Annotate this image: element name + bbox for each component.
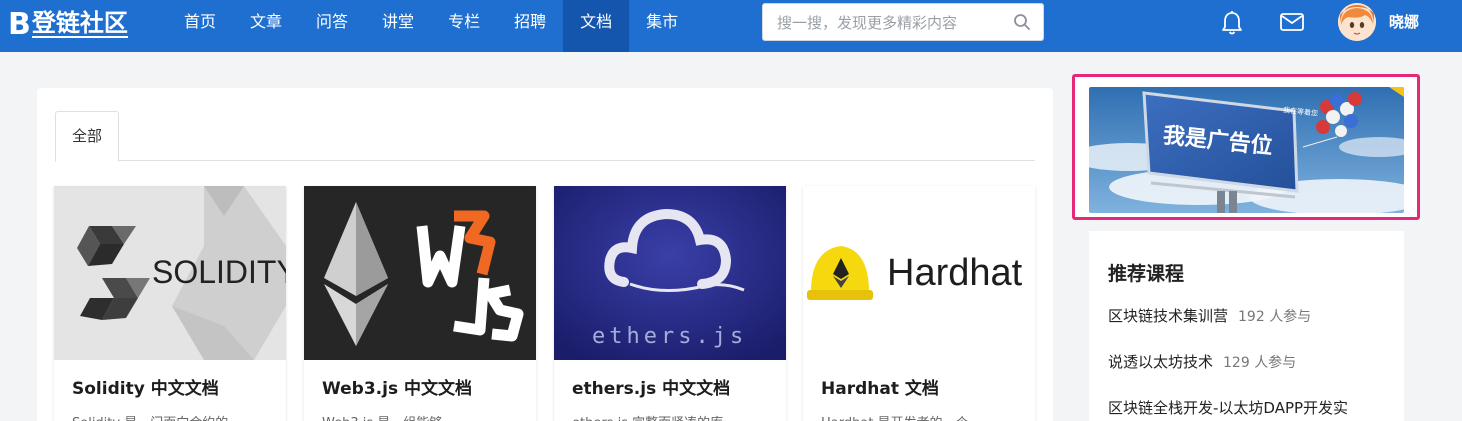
nav-item-market[interactable]: 集市	[629, 0, 695, 52]
search-icon[interactable]	[1013, 13, 1031, 31]
top-nav: B 登链社区 首页 文章 问答 讲堂 专栏 招聘 文档 集市 搜一搜，发现更多精…	[0, 0, 1462, 52]
card-desc: ethers.js 完整而紧凑的库	[572, 412, 772, 421]
card-title[interactable]: Web3.js 中文文档	[322, 374, 472, 399]
course-count: 192 人参与	[1238, 309, 1312, 325]
nav-item-articles[interactable]: 文章	[233, 0, 299, 52]
tab-all[interactable]: 全部	[55, 111, 119, 162]
bell-icon[interactable]	[1220, 10, 1244, 36]
nav-item-qa[interactable]: 问答	[299, 0, 365, 52]
nav-item-jobs[interactable]: 招聘	[497, 0, 563, 52]
course-count: 129 人参与	[1223, 355, 1297, 371]
nav-item-lectures[interactable]: 讲堂	[365, 0, 431, 52]
ethersjs-thumbnail: ethers.js	[554, 186, 786, 360]
card-title[interactable]: Solidity 中文文档	[72, 374, 219, 399]
user-name[interactable]: 晓娜	[1389, 11, 1419, 32]
doc-card-hardhat[interactable]: Hardhat Hardhat 文档 Hardhat 是开发者的一个...	[803, 186, 1035, 421]
card-desc: Web3.js 是一组能够...	[322, 412, 522, 421]
nav-item-docs[interactable]: 文档	[563, 0, 630, 52]
nav-item-home[interactable]: 首页	[167, 0, 233, 52]
card-desc: Solidity 是一门面向合约的	[72, 412, 272, 421]
search-input[interactable]	[777, 12, 1007, 34]
mail-icon[interactable]	[1279, 11, 1305, 33]
recommended-courses: 推荐课程 区块链技术集训营 192 人参与 说透以太坊技术 129 人参与 区块链全…	[1089, 231, 1404, 421]
card-title[interactable]: Hardhat 文档	[821, 374, 939, 399]
hardhat-wordmark: Hardhat	[887, 252, 1023, 294]
hardhat-thumbnail: Hardhat	[803, 186, 1035, 360]
logo-text: 登链社区	[31, 9, 128, 38]
nav-item-columns[interactable]: 专栏	[431, 0, 497, 52]
course-name[interactable]: 区块链全栈开发-以太坊DAPP开发实	[1108, 399, 1348, 417]
doc-card-ethersjs[interactable]: ethers.js ethers.js 中文文档 ethers.js 完整而紧凑…	[554, 186, 786, 421]
ad-banner[interactable]: 我是广告位 我在等着您	[1089, 87, 1404, 213]
docs-panel: 全部 SOLIDITY Solidity 中文文档 Solidity 是一门面向…	[37, 88, 1053, 421]
doc-card-web3js[interactable]: Web3.js 中文文档 Web3.js 是一组能够...	[304, 186, 536, 421]
ethers-wordmark: ethers.js	[592, 324, 748, 349]
web3js-thumbnail	[304, 186, 536, 360]
solidity-thumbnail: SOLIDITY	[54, 186, 286, 360]
recommended-title: 推荐课程	[1108, 263, 1185, 285]
course-item[interactable]: 区块链全栈开发-以太坊DAPP开发实	[1108, 397, 1358, 418]
course-item[interactable]: 区块链技术集训营 192 人参与	[1108, 305, 1311, 326]
card-title[interactable]: ethers.js 中文文档	[572, 374, 730, 399]
card-desc: Hardhat 是开发者的一个...	[821, 412, 1021, 421]
search-box	[762, 3, 1044, 41]
logo-mark: B	[8, 6, 31, 42]
course-item[interactable]: 说透以太坊技术 129 人参与	[1108, 351, 1296, 372]
site-logo[interactable]: B 登链社区	[8, 4, 158, 44]
category-tabs: 全部	[55, 111, 1035, 162]
avatar[interactable]	[1338, 3, 1376, 41]
solidity-wordmark: SOLIDITY	[152, 254, 286, 290]
course-name[interactable]: 说透以太坊技术	[1108, 353, 1213, 371]
course-name[interactable]: 区块链技术集训营	[1108, 307, 1228, 325]
doc-card-solidity[interactable]: SOLIDITY Solidity 中文文档 Solidity 是一门面向合约的	[54, 186, 286, 421]
main-menu: 首页 文章 问答 讲堂 专栏 招聘 文档 集市	[167, 0, 695, 52]
